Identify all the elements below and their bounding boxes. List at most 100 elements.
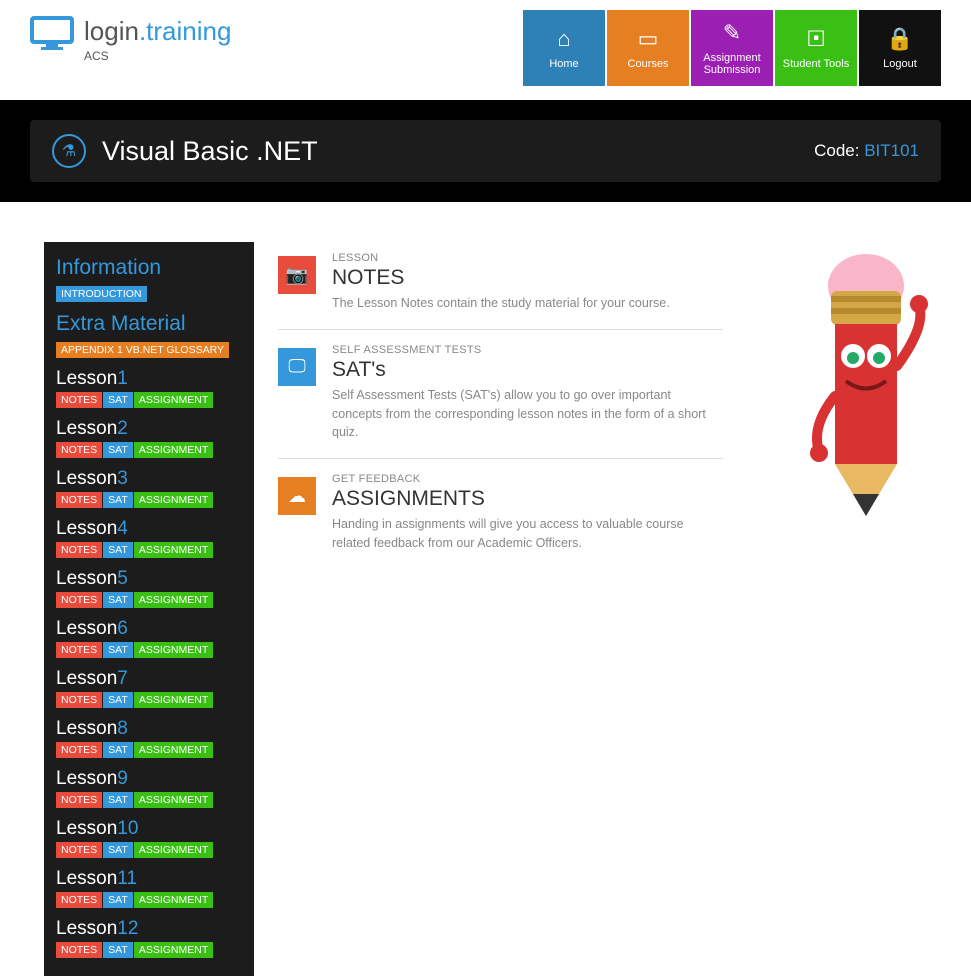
badge-sat[interactable]: SAT — [103, 692, 133, 708]
badge-assignment[interactable]: ASSIGNMENT — [134, 942, 213, 958]
logo-area[interactable]: login.training ACS — [30, 16, 231, 63]
pencil-mascot — [791, 236, 941, 541]
info-sat: 🖵 SELF ASSESSMENT TESTS SAT's Self Asses… — [278, 334, 723, 459]
lesson-10[interactable]: Lesson10 — [56, 818, 242, 840]
lesson-5-badges: NOTESSATASSIGNMENT — [56, 590, 242, 610]
course-title: Visual Basic .NET — [102, 136, 318, 167]
badge-assignment[interactable]: ASSIGNMENT — [134, 842, 213, 858]
info-desc: Self Assessment Tests (SAT's) allow you … — [332, 386, 723, 442]
badge-sat[interactable]: SAT — [103, 392, 133, 408]
main: 📷 LESSON NOTES The Lesson Notes contain … — [278, 242, 767, 573]
badge-notes[interactable]: NOTES — [56, 492, 102, 508]
badge-sat[interactable]: SAT — [103, 892, 133, 908]
course-code: Code: BIT101 — [814, 141, 919, 161]
badge-notes[interactable]: NOTES — [56, 392, 102, 408]
lesson-7-badges: NOTESSATASSIGNMENT — [56, 690, 242, 710]
lesson-12-badges: NOTESSATASSIGNMENT — [56, 940, 242, 960]
badge-assignment[interactable]: ASSIGNMENT — [134, 492, 213, 508]
lesson-11[interactable]: Lesson11 — [56, 868, 242, 890]
badge-assignment[interactable]: ASSIGNMENT — [134, 542, 213, 558]
home-icon: ⌂ — [557, 26, 570, 52]
lesson-8-badges: NOTESSATASSIGNMENT — [56, 740, 242, 760]
badge-sat[interactable]: SAT — [103, 542, 133, 558]
badge-notes[interactable]: NOTES — [56, 692, 102, 708]
badge-notes[interactable]: NOTES — [56, 642, 102, 658]
badge-sat[interactable]: SAT — [103, 792, 133, 808]
nav-tools[interactable]: 🞔Student Tools — [775, 10, 857, 86]
lock-icon: 🔒 — [886, 26, 913, 52]
sidebar-extra-material[interactable]: Extra Material — [56, 312, 242, 336]
badge-assignment[interactable]: ASSIGNMENT — [134, 392, 213, 408]
top-nav: ⌂Home ▭Courses ✎Assignment Submission 🞔S… — [521, 10, 941, 86]
badge-notes[interactable]: NOTES — [56, 742, 102, 758]
lesson-9-badges: NOTESSATASSIGNMENT — [56, 790, 242, 810]
lesson-4-badges: NOTESSATASSIGNMENT — [56, 540, 242, 560]
badge-assignment[interactable]: ASSIGNMENT — [134, 592, 213, 608]
info-assignments: ☁ GET FEEDBACK ASSIGNMENTS Handing in as… — [278, 463, 723, 569]
badge-appendix[interactable]: APPENDIX 1 VB.NET GLOSSARY — [56, 342, 229, 358]
info-desc: The Lesson Notes contain the study mater… — [332, 294, 670, 313]
content: Information INTRODUCTION Extra Material … — [0, 202, 971, 976]
badge-sat[interactable]: SAT — [103, 592, 133, 608]
info-label: GET FEEDBACK — [332, 473, 723, 485]
lesson-8[interactable]: Lesson8 — [56, 718, 242, 740]
badge-notes[interactable]: NOTES — [56, 792, 102, 808]
lesson-5[interactable]: Lesson5 — [56, 568, 242, 590]
sidebar-information[interactable]: Information — [56, 256, 242, 280]
lesson-2-badges: NOTESSATASSIGNMENT — [56, 440, 242, 460]
nav-courses[interactable]: ▭Courses — [607, 10, 689, 86]
badge-assignment[interactable]: ASSIGNMENT — [134, 742, 213, 758]
badge-assignment[interactable]: ASSIGNMENT — [134, 442, 213, 458]
lesson-11-badges: NOTESSATASSIGNMENT — [56, 890, 242, 910]
lesson-7[interactable]: Lesson7 — [56, 668, 242, 690]
badge-notes[interactable]: NOTES — [56, 442, 102, 458]
monitor-icon — [30, 16, 74, 62]
lesson-4[interactable]: Lesson4 — [56, 518, 242, 540]
logo-subtitle: ACS — [84, 49, 231, 63]
info-title: NOTES — [332, 266, 670, 290]
lesson-3-badges: NOTESSATASSIGNMENT — [56, 490, 242, 510]
lesson-1[interactable]: Lesson1 — [56, 368, 242, 390]
info-desc: Handing in assignments will give you acc… — [332, 515, 723, 553]
nav-logout[interactable]: 🔒Logout — [859, 10, 941, 86]
info-label: LESSON — [332, 252, 670, 264]
course-banner: ⚗ Visual Basic .NET Code: BIT101 — [0, 100, 971, 202]
header: login.training ACS ⌂Home ▭Courses ✎Assig… — [0, 0, 971, 86]
info-title: ASSIGNMENTS — [332, 487, 723, 511]
badge-assignment[interactable]: ASSIGNMENT — [134, 642, 213, 658]
lesson-3[interactable]: Lesson3 — [56, 468, 242, 490]
badge-assignment[interactable]: ASSIGNMENT — [134, 692, 213, 708]
lesson-6[interactable]: Lesson6 — [56, 618, 242, 640]
badge-notes[interactable]: NOTES — [56, 592, 102, 608]
logo-text: login.training — [84, 16, 231, 47]
folder-icon: ▭ — [638, 26, 659, 52]
lesson-6-badges: NOTESSATASSIGNMENT — [56, 640, 242, 660]
info-label: SELF ASSESSMENT TESTS — [332, 344, 723, 356]
badge-notes[interactable]: NOTES — [56, 892, 102, 908]
lesson-9[interactable]: Lesson9 — [56, 768, 242, 790]
pencil-icon: ✎ — [723, 20, 741, 46]
course-header: ⚗ Visual Basic .NET Code: BIT101 — [30, 120, 941, 182]
badge-notes[interactable]: NOTES — [56, 542, 102, 558]
badge-assignment[interactable]: ASSIGNMENT — [134, 892, 213, 908]
nav-home[interactable]: ⌂Home — [523, 10, 605, 86]
lesson-12[interactable]: Lesson12 — [56, 918, 242, 940]
nav-assignment[interactable]: ✎Assignment Submission — [691, 10, 773, 86]
flask-icon: ⚗ — [52, 134, 86, 168]
badge-sat[interactable]: SAT — [103, 642, 133, 658]
cloud-icon: ☁ — [278, 477, 316, 515]
badge-sat[interactable]: SAT — [103, 842, 133, 858]
badge-sat[interactable]: SAT — [103, 742, 133, 758]
badge-notes[interactable]: NOTES — [56, 942, 102, 958]
badge-sat[interactable]: SAT — [103, 442, 133, 458]
lesson-10-badges: NOTESSATASSIGNMENT — [56, 840, 242, 860]
info-notes: 📷 LESSON NOTES The Lesson Notes contain … — [278, 242, 723, 330]
lesson-1-badges: NOTESSATASSIGNMENT — [56, 390, 242, 410]
lesson-2[interactable]: Lesson2 — [56, 418, 242, 440]
badge-sat[interactable]: SAT — [103, 492, 133, 508]
camera-icon: 📷 — [278, 256, 316, 294]
badge-sat[interactable]: SAT — [103, 942, 133, 958]
badge-notes[interactable]: NOTES — [56, 842, 102, 858]
badge-introduction[interactable]: INTRODUCTION — [56, 286, 147, 302]
badge-assignment[interactable]: ASSIGNMENT — [134, 792, 213, 808]
